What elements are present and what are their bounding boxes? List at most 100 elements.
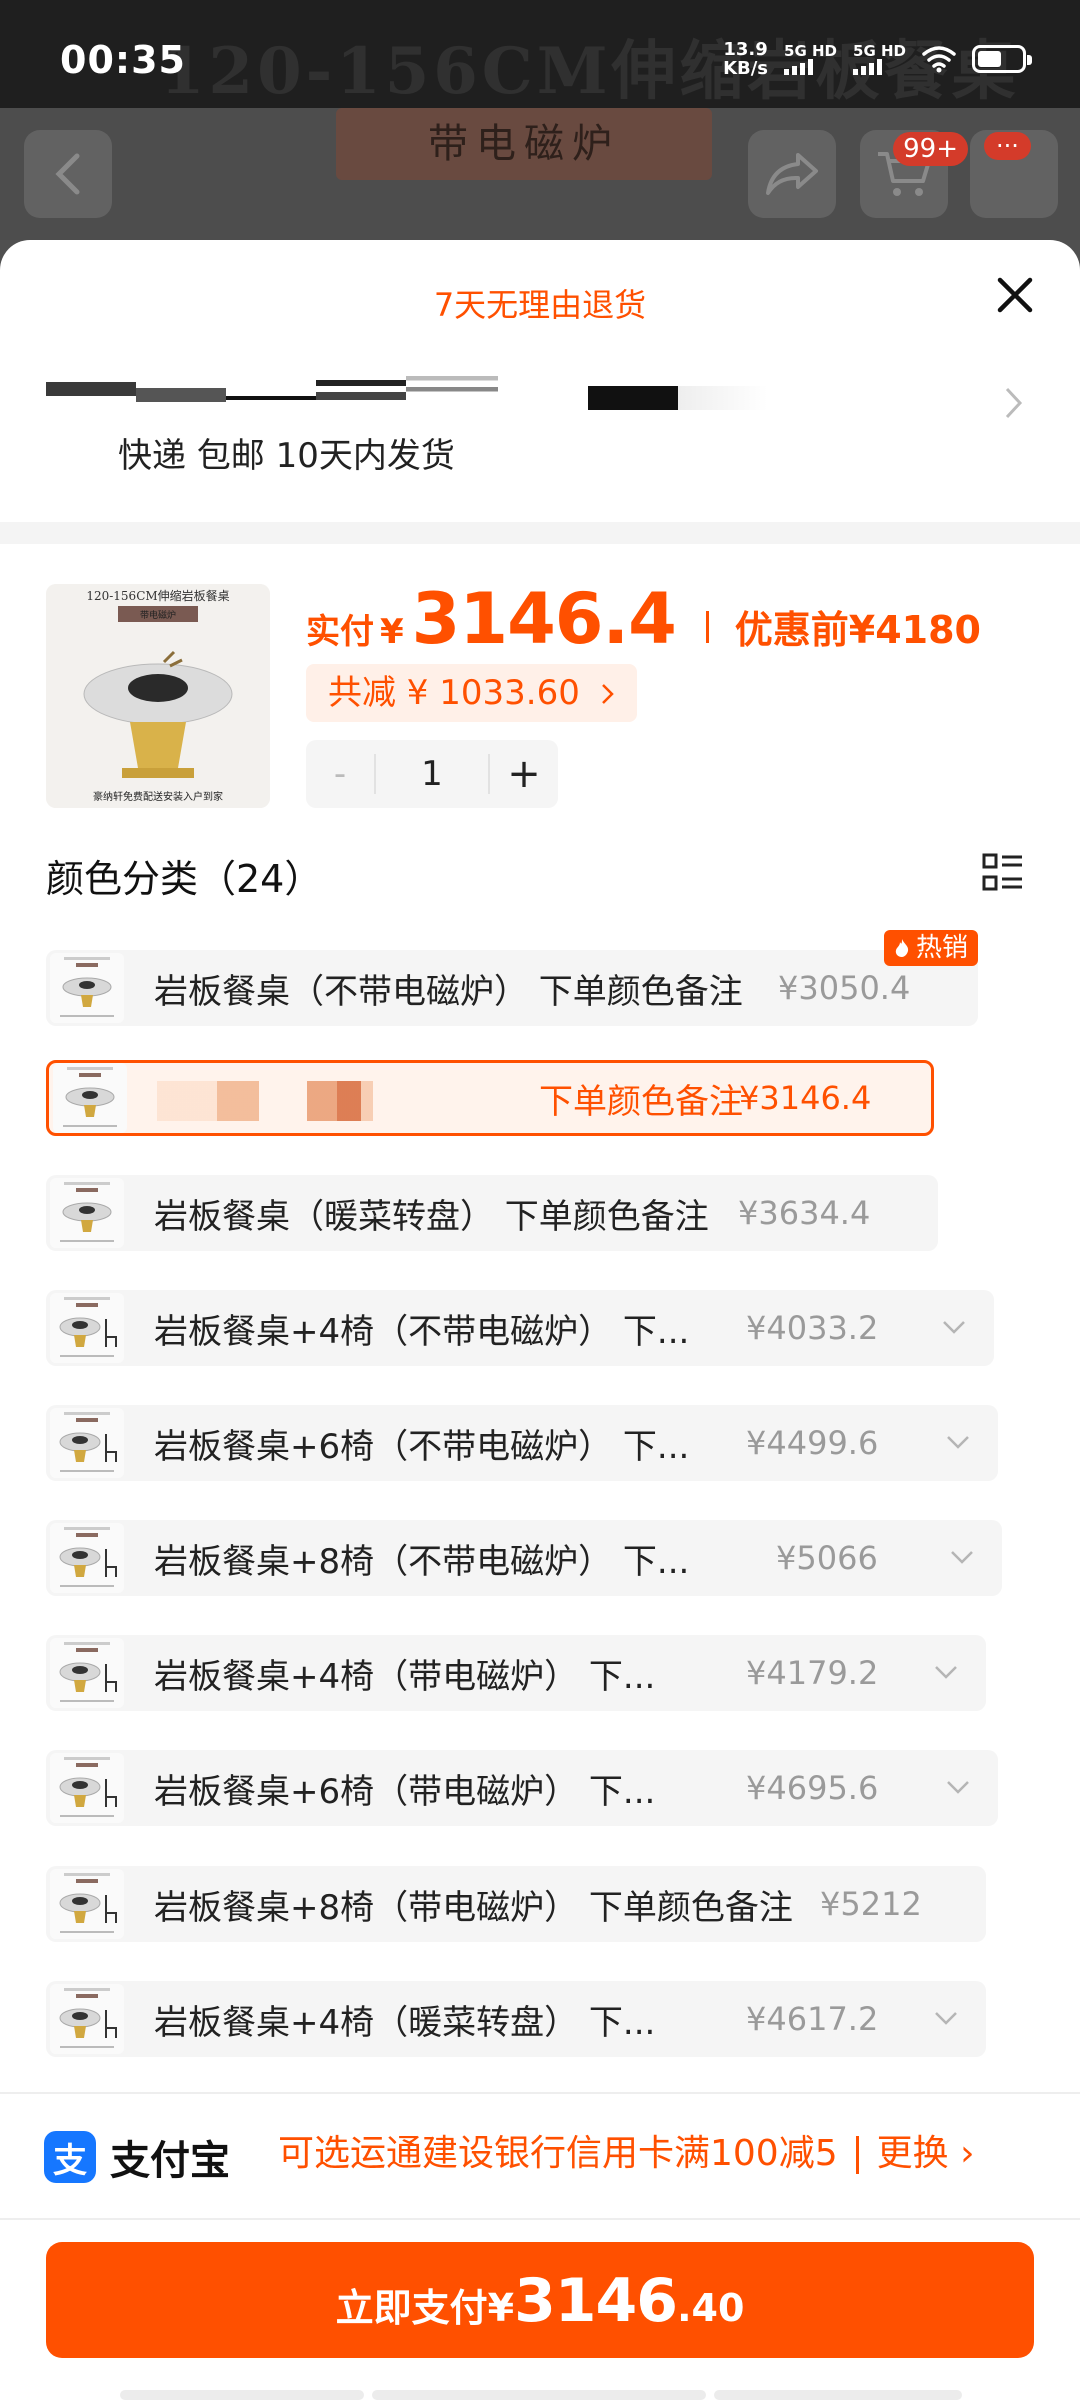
pay-button-decimal: .40 [677, 2286, 745, 2330]
option-thumbnail [50, 953, 124, 1023]
close-icon[interactable] [990, 270, 1040, 320]
option-item[interactable]: 下单颜色备注 ¥3146.4 [46, 1060, 934, 1136]
option-item[interactable]: 岩板餐桌（不带电磁炉） 下单颜色备注 ¥3050.4 热销 [46, 930, 978, 1026]
redacted-address [226, 396, 316, 400]
discount-detail-button[interactable]: 共减 ¥ 1033.60 [306, 664, 637, 722]
quantity-value[interactable]: 1 [376, 740, 488, 808]
list-view-icon[interactable] [982, 852, 1024, 892]
pay-now-button[interactable]: 立即支付¥ 3146 .40 [46, 2242, 1034, 2358]
option-price: ¥4617.2 [746, 2000, 879, 2038]
chevron-down-icon[interactable] [934, 2011, 958, 2025]
option-label: 岩板餐桌+4椅（不带电磁炉） 下... [154, 1311, 690, 1352]
payment-promo[interactable]: 可选运通建设银行信用卡满100减5 更换 › [278, 2128, 974, 2180]
chevron-down-icon[interactable] [946, 1780, 970, 1794]
option-thumbnail [53, 1063, 127, 1133]
background-nav: 带电磁炉 99+ ··· [0, 108, 1080, 240]
product-image[interactable]: 120-156CM伸缩岩板餐桌 带电磁炉 豪纳轩免费配送安装入户到家 [46, 584, 270, 808]
color-category-title: 颜色分类（24） [46, 857, 323, 901]
increase-button[interactable]: + [488, 751, 558, 797]
section-divider [0, 522, 1080, 544]
change-payment-link[interactable]: 更换 › [877, 2133, 975, 2174]
option-item[interactable]: 岩板餐桌+8椅（带电磁炉） 下单颜色备注 ¥5212 [46, 1866, 986, 1942]
net-speed: 13.9 KB/s [723, 40, 768, 78]
redacted-address [678, 386, 768, 410]
flame-icon [895, 939, 909, 957]
background-banner: 带电磁炉 [336, 108, 712, 180]
signal-sim2-icon: 5G HD [853, 43, 906, 75]
net-speed-value: 13.9 [723, 39, 768, 60]
chevron-down-icon[interactable] [950, 1550, 974, 1564]
chevron-down-icon[interactable] [946, 1435, 970, 1449]
option-price: ¥4179.2 [746, 1654, 879, 1692]
battery-icon [972, 45, 1032, 73]
product-image-banner: 带电磁炉 [140, 609, 176, 621]
status-time: 00:35 [60, 38, 186, 82]
chevron-down-icon[interactable] [942, 1320, 966, 1334]
option-thumbnail [50, 1178, 124, 1248]
more-dots-icon: ··· [984, 132, 1031, 160]
redacted-address [316, 380, 406, 400]
option-label: 岩板餐桌+4椅（带电磁炉） 下... [154, 1656, 656, 1697]
chevron-right-icon [1005, 387, 1023, 419]
payment-method[interactable]: 支 支付宝 [44, 2128, 230, 2186]
payment-method-name: 支付宝 [110, 2138, 230, 2184]
more-button[interactable]: ··· [970, 130, 1058, 218]
quantity-stepper: - 1 + [306, 740, 558, 808]
option-price: ¥4499.6 [746, 1424, 879, 1462]
option-item[interactable]: 岩板餐桌+8椅（不带电磁炉） 下... ¥5066 [46, 1520, 1002, 1596]
final-price: 3146.4 [411, 578, 677, 660]
redacted-address [588, 386, 678, 410]
home-indicator [120, 2390, 364, 2400]
redacted-address [136, 388, 226, 402]
option-label: 岩板餐桌+8椅（不带电磁炉） 下... [154, 1541, 690, 1582]
divider [0, 2092, 1080, 2094]
sku-selector-sheet: 7天无理由退货 快递 包邮 10天内发货 120-156CM伸缩岩板餐桌 带电磁… [0, 240, 1080, 2400]
option-price: ¥4695.6 [746, 1769, 879, 1807]
option-price: ¥4033.2 [746, 1309, 879, 1347]
back-button[interactable] [24, 130, 112, 218]
shipping-address-row[interactable]: 快递 包邮 10天内发货 [0, 350, 1080, 500]
price-label: 实付 [306, 612, 374, 652]
promo-separator [855, 2136, 859, 2174]
currency-symbol: ¥ [380, 612, 404, 652]
hot-sale-badge: 热销 [883, 930, 978, 966]
option-item[interactable]: 岩板餐桌+4椅（带电磁炉） 下... ¥4179.2 [46, 1635, 986, 1711]
option-item[interactable]: 岩板餐桌+4椅（不带电磁炉） 下... ¥4033.2 [46, 1290, 994, 1366]
product-image-footer: 豪纳轩免费配送安装入户到家 [93, 790, 223, 803]
pay-button-prefix: 立即支付¥ [335, 2286, 515, 2330]
promo-text: 可选运通建设银行信用卡满100减5 [278, 2133, 838, 2174]
redacted-option-name [157, 1081, 457, 1121]
share-button[interactable] [748, 130, 836, 218]
back-arrow-icon [55, 153, 80, 195]
option-price: ¥3634.4 [738, 1194, 871, 1232]
original-price: 优惠前¥4180 [734, 608, 981, 652]
pay-button-amount: 3146 [514, 2266, 678, 2336]
option-label: 岩板餐桌+6椅（带电磁炉） 下... [154, 1771, 656, 1812]
option-item[interactable]: 岩板餐桌+4椅（暖菜转盘） 下... ¥4617.2 [46, 1981, 986, 2057]
chevron-down-icon[interactable] [934, 1665, 958, 1679]
option-label: 岩板餐桌+6椅（不带电磁炉） 下... [154, 1426, 690, 1467]
home-indicator [714, 2390, 962, 2400]
sim2-label: 5G HD [853, 42, 906, 60]
option-item[interactable]: 岩板餐桌+6椅（带电磁炉） 下... ¥4695.6 [46, 1750, 998, 1826]
option-item[interactable]: 岩板餐桌+6椅（不带电磁炉） 下... ¥4499.6 [46, 1405, 998, 1481]
option-price: ¥5066 [776, 1539, 878, 1577]
status-bar: 120-156CM伸缩岩板餐桌 00:35 13.9 KB/s 5G HD 5G… [0, 0, 1080, 109]
product-image-title: 120-156CM伸缩岩板餐桌 [86, 588, 229, 603]
decrease-button[interactable]: - [306, 754, 376, 794]
option-label: 岩板餐桌+4椅（暖菜转盘） 下... [154, 2002, 656, 2043]
status-icons: 13.9 KB/s 5G HD 5G HD [723, 40, 1032, 78]
cart-button[interactable]: 99+ [860, 130, 968, 218]
option-thumbnail [50, 1753, 124, 1823]
option-label: 岩板餐桌（暖菜转盘） 下单颜色备注 [154, 1196, 709, 1237]
option-label: 岩板餐桌+8椅（带电磁炉） 下单颜色备注 [154, 1887, 793, 1928]
redacted-address [46, 382, 136, 396]
redacted-address [406, 376, 498, 398]
price-line: 实付 ¥ 3146.4 优惠前¥4180 [306, 578, 981, 660]
price-separator [705, 611, 709, 643]
share-icon [766, 153, 818, 195]
option-label: 岩板餐桌（不带电磁炉） 下单颜色备注 [154, 971, 743, 1012]
option-price: ¥3146.4 [739, 1079, 872, 1117]
hot-sale-label: 热销 [915, 933, 968, 963]
option-item[interactable]: 岩板餐桌（暖菜转盘） 下单颜色备注 ¥3634.4 [46, 1175, 938, 1251]
